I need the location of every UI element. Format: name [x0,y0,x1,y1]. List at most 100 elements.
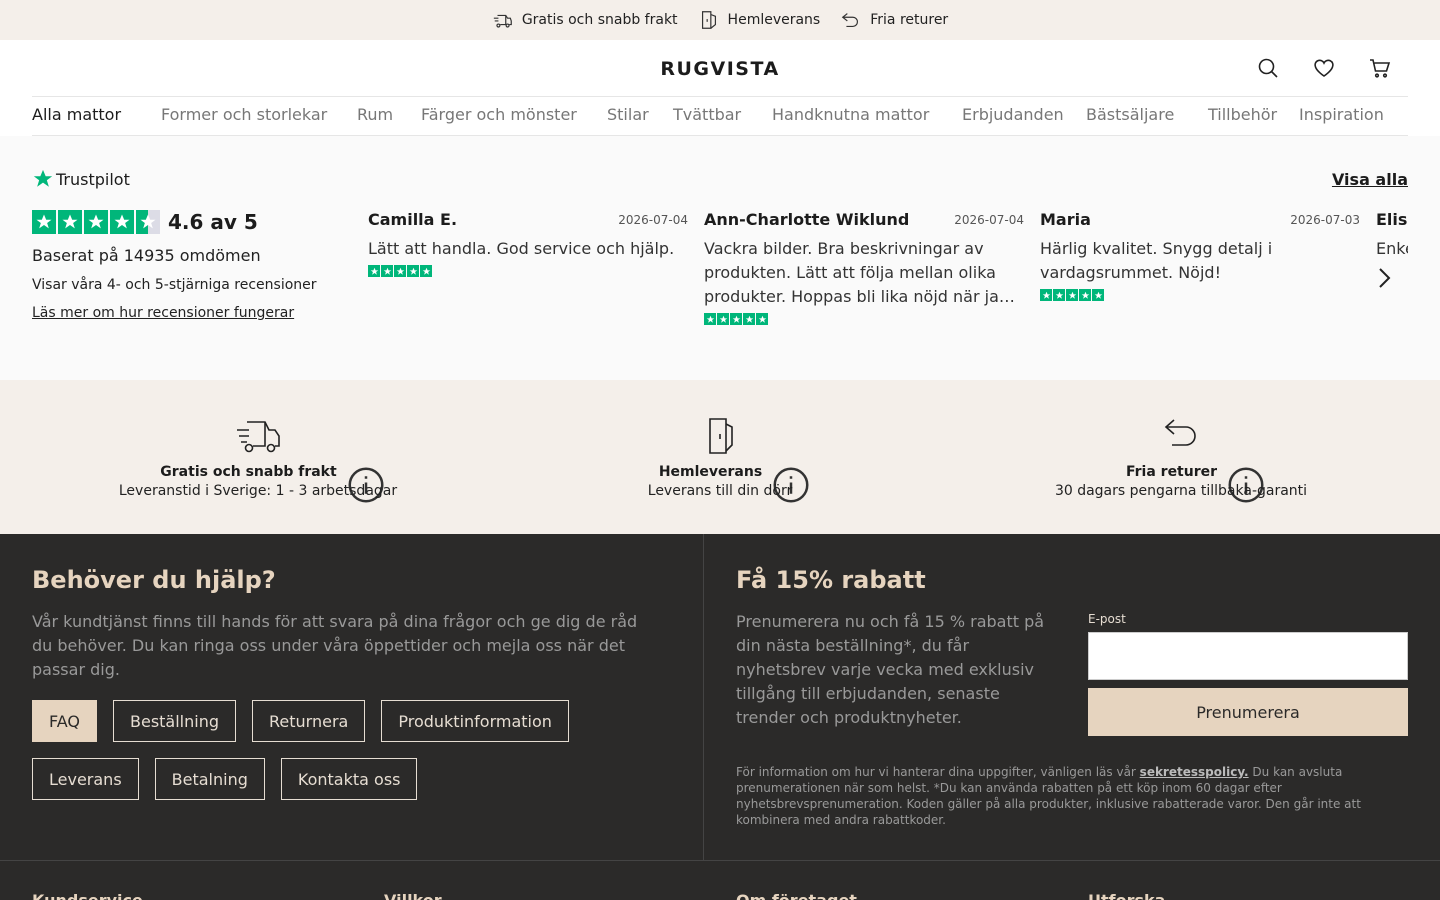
review-card[interactable]: Elis Enke [1376,210,1408,261]
nav-item-inspiration[interactable]: Inspiration [1299,105,1384,124]
search-icon[interactable] [1256,56,1280,80]
nav-item-former-och-storlekar[interactable]: Former och storlekar [161,105,327,124]
usp-home-delivery[interactable]: Hemleverans [698,9,820,31]
trustpilot-name: Trustpilot [56,169,130,189]
review-text: Enke [1376,239,1408,258]
newsletter-legal: För information om hur vi hanterar dina … [736,764,1376,828]
cart-icon[interactable] [1368,56,1392,80]
usp-section: Gratis och snabb frakt Leveranstid i Sve… [0,380,1440,534]
star-icon [1053,289,1065,301]
truck-icon [493,14,512,28]
how-reviews-work-link[interactable]: Läs mer om hur recensioner fungerar [32,305,294,321]
half-star-icon [136,210,160,234]
star-icon [756,313,768,325]
footer-col-about[interactable]: Om företaget [736,891,857,900]
return-button[interactable]: Returnera [252,700,366,742]
star-icon [110,210,134,234]
usp-title: Hemleverans [658,464,763,480]
help-text: Vår kundtjänst finns till hands för att … [32,612,638,679]
star-icon [1079,289,1091,301]
review-stars [368,265,688,277]
help-buttons: FAQ Beställning Returnera Produktinforma… [32,700,672,800]
nav-item-farger-och-monster[interactable]: Färger och mönster [421,105,577,124]
footer-col-terms[interactable]: Villkor [384,891,442,900]
nav-item-tillbehor[interactable]: Tillbehör [1208,105,1277,124]
heart-icon[interactable] [1312,56,1336,80]
review-card[interactable]: Camilla E. 2026-07-04 Lätt att handla. G… [368,210,688,277]
site-header: RUGVISTA [32,40,1408,96]
rating-score: 4.6 av 5 [168,210,258,234]
review-text: Vackra bilder. Bra beskrivningar av prod… [704,239,1015,306]
usp-free-shipping-block: Gratis och snabb frakt Leveranstid i Sve… [28,416,488,502]
order-button[interactable]: Beställning [113,700,237,742]
newsletter-section: Få 15% rabatt Prenumerera nu och få 15 %… [704,534,1440,860]
reviews-section: Trustpilot Visa alla 4.6 av 5 Baserat på… [0,136,1440,380]
trustpilot-logo[interactable]: Trustpilot [32,168,130,190]
star-icon [32,210,56,234]
usp-title: Gratis och snabb frakt [160,464,337,480]
logo[interactable]: RUGVISTA [660,58,779,80]
review-date: 2026-07-04 [954,213,1024,227]
usp-home-delivery-block: Hemleverans Leverans till din dörr [490,416,950,502]
star-icon [420,265,432,277]
newsletter-title: Få 15% rabatt [736,566,926,594]
review-date: 2026-07-03 [1290,213,1360,227]
info-icon[interactable] [341,465,384,502]
nav-item-alla-mattor[interactable]: Alla mattor [32,105,121,124]
return-arrow-icon [842,13,859,28]
star-icon [743,313,755,325]
email-input[interactable] [1088,632,1408,680]
footer: Behöver du hjälp? Vår kundtjänst finns t… [0,534,1440,900]
review-count: Baserat på 14935 omdömen [32,246,261,265]
usp-title: Fria returer [1125,464,1218,480]
star-icon [704,313,716,325]
email-label: E-post [1088,612,1126,626]
nav-item-bastsaljare[interactable]: Bästsäljare [1086,105,1174,124]
chevron-right-icon[interactable] [1372,266,1396,290]
usp-free-returns-block: Fria returer 30 dagars pengarna tillbaka… [951,416,1411,502]
info-icon[interactable] [1221,465,1264,502]
review-card[interactable]: Maria 2026-07-03 Härlig kvalitet. Snygg … [1040,210,1360,301]
review-stars [704,313,1024,325]
review-text: Härlig kvalitet. Snygg detalj i vardagsr… [1040,239,1273,282]
usp-free-returns[interactable]: Fria returer [840,9,948,31]
star-icon [394,265,406,277]
nav-item-erbjudanden[interactable]: Erbjudanden [962,105,1064,124]
nav-item-rum[interactable]: Rum [357,105,393,124]
star-icon [84,210,108,234]
review-filter-note: Visar våra 4- och 5-stjärniga recensione… [32,277,317,293]
review-date: 2026-07-04 [618,213,688,227]
delivery-button[interactable]: Leverans [32,758,139,800]
payment-button[interactable]: Betalning [154,758,265,800]
header-actions [1256,56,1392,80]
rating-stars [32,210,160,234]
star-icon [1092,289,1104,301]
footer-col-customer-service[interactable]: Kundservice [32,891,143,900]
help-section: Behöver du hjälp? Vår kundtjänst finns t… [0,534,704,860]
review-stars [1040,289,1360,301]
trustpilot-star-icon [33,169,53,187]
star-icon [407,265,419,277]
nav-item-handknutna-mattor[interactable]: Handknutna mattor [772,105,929,124]
review-card[interactable]: Ann-Charlotte Wiklund 2026-07-04 Vackra … [704,210,1024,325]
product-info-button[interactable]: Produktinformation [381,700,569,742]
legal-text: För information om hur vi hanterar dina … [736,765,1140,779]
faq-button[interactable]: FAQ [32,700,97,742]
info-icon[interactable] [766,465,809,502]
usp-subtitle: 30 dagars pengarna tillbaka-garanti [1054,483,1308,499]
usp-label: Fria returer [870,12,949,28]
view-all-link[interactable]: Visa alla [1332,170,1408,189]
footer-col-explore[interactable]: Utforska [1088,891,1165,900]
contact-button[interactable]: Kontakta oss [280,758,418,800]
star-icon [730,313,742,325]
usp-free-shipping[interactable]: Gratis och snabb frakt [492,9,678,31]
nav-item-tvattbar[interactable]: Tvättbar [673,105,741,124]
subscribe-button[interactable]: Prenumerera [1088,688,1408,736]
usp-subtitle: Leverans till din dörr [647,483,793,499]
star-icon [717,313,729,325]
nav-item-stilar[interactable]: Stilar [607,105,649,124]
privacy-policy-link[interactable]: sekretesspolicy. [1140,765,1249,779]
door-icon [709,418,733,454]
reviewer-name: Elis [1376,210,1408,229]
return-arrow-icon [1164,419,1196,446]
